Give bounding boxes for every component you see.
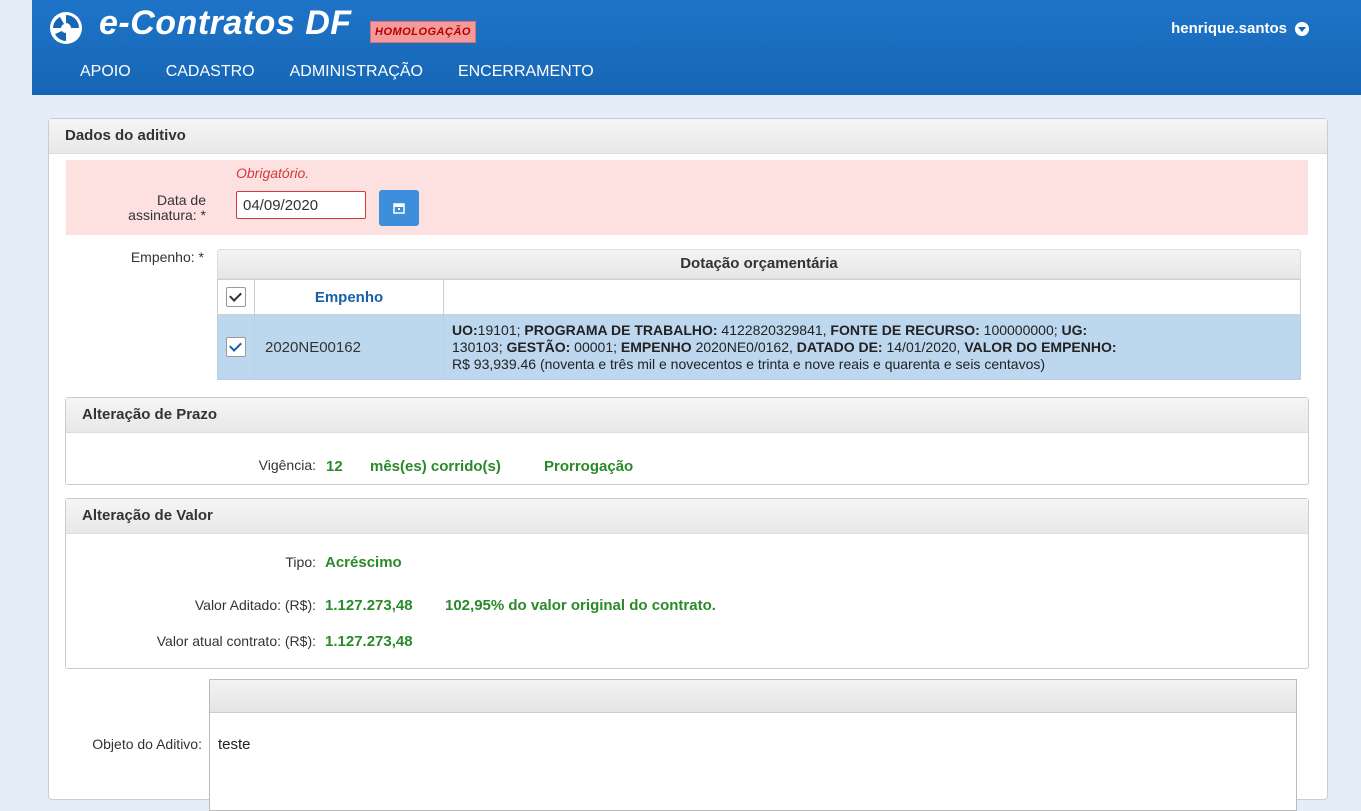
select-all-checkbox[interactable] <box>226 287 246 307</box>
prazo-title: Alteração de Prazo <box>66 398 1308 433</box>
app-title[interactable]: e-Contratos DF <box>99 4 352 43</box>
desc-text: 00001; <box>574 338 621 355</box>
date-label-line2: assinatura: * <box>128 207 206 223</box>
col-description <box>443 279 1301 315</box>
user-menu[interactable]: henrique.santos <box>1171 20 1309 37</box>
desc-text: 130103; <box>452 338 507 355</box>
desc-text: 14/01/2020, <box>886 338 965 355</box>
valor-title: Alteração de Valor <box>66 499 1308 534</box>
environment-badge: HOMOLOGAÇÃO <box>370 21 476 43</box>
nav-encerramento[interactable]: ENCERRAMENTO <box>458 63 594 81</box>
valor-aditado-label: Valor Aditado: (R$): <box>194 597 316 613</box>
aditivo-card: Dados do aditivo Obrigatório. Data de as… <box>48 118 1328 811</box>
vigencia-label: Vigência: <box>258 457 316 473</box>
desc-text: DATADO DE: <box>796 338 887 355</box>
main-nav: APOIO CADASTRO ADMINISTRAÇÃO ENCERRAMENT… <box>80 63 629 81</box>
logo-icon <box>50 12 82 44</box>
card-title: Dados do aditivo <box>49 119 1327 154</box>
desc-text: PROGRAMA DE TRABALHO: <box>524 321 722 338</box>
user-name[interactable]: henrique.santos <box>1171 20 1287 37</box>
dotacao-table-title: Dotação orçamentária <box>217 249 1301 279</box>
desc-text: 2020NE0/0162, <box>695 338 797 355</box>
date-field-row: Obrigatório. Data de assinatura: * 04/09… <box>66 160 1308 235</box>
select-all-header[interactable] <box>217 279 255 315</box>
tipo-label: Tipo: <box>285 554 316 570</box>
valor-atual-label: Valor atual contrato: (R$): <box>156 633 316 649</box>
prazo-section: Alteração de Prazo Vigência: 12 mês(es) … <box>65 397 1309 485</box>
dotacao-table: Dotação orçamentária Empenho 2020NE00162… <box>217 249 1301 380</box>
row-checkbox[interactable] <box>226 337 246 357</box>
empenho-label: Empenho: * <box>130 249 204 265</box>
vigencia-type: Prorrogação <box>544 458 634 475</box>
desc-text: 100000000; <box>983 321 1062 338</box>
chevron-down-icon[interactable] <box>1295 21 1309 36</box>
desc-text: 4122820329841, <box>721 321 831 338</box>
desc-text: UO: <box>452 321 478 338</box>
nav-administracao[interactable]: ADMINISTRAÇÃO <box>290 63 423 81</box>
calendar-icon <box>393 203 405 214</box>
desc-text: VALOR DO EMPENHO: <box>964 338 1117 355</box>
desc-text: EMPENHO <box>620 338 696 355</box>
desc-text: R$ 93,939.46 (noventa e três mil e novec… <box>452 355 1046 372</box>
date-error-message: Obrigatório. <box>236 165 310 181</box>
desc-text: GESTÃO: <box>506 338 575 355</box>
objeto-text[interactable]: teste <box>218 736 251 753</box>
vigencia-unit: mês(es) corrido(s) <box>370 458 501 475</box>
desc-text: FONTE DE RECURSO: <box>830 321 984 338</box>
date-label: Data de assinatura: * <box>66 193 206 223</box>
desc-text: UG: <box>1061 321 1088 338</box>
editor-toolbar <box>210 680 1296 713</box>
nav-apoio[interactable]: APOIO <box>80 63 131 81</box>
table-row[interactable]: 2020NE00162 UO:19101; PROGRAMA DE TRABAL… <box>217 314 1301 380</box>
signature-date-input[interactable]: 04/09/2020 <box>236 191 366 219</box>
vigencia-value: 12 <box>326 458 343 475</box>
empenho-description: UO:19101; PROGRAMA DE TRABALHO: 41228203… <box>443 314 1301 380</box>
valor-aditado-value: 1.127.273,48 <box>325 597 413 614</box>
desc-text: 19101; <box>477 321 525 338</box>
calendar-button[interactable] <box>379 190 419 226</box>
valor-atual-value: 1.127.273,48 <box>325 633 413 650</box>
date-label-line1: Data de <box>156 192 206 208</box>
nav-cadastro[interactable]: CADASTRO <box>166 63 255 81</box>
empenho-code: 2020NE00162 <box>254 314 444 380</box>
row-checkbox-cell[interactable] <box>217 314 255 380</box>
objeto-label: Objeto do Aditivo: <box>92 736 202 752</box>
tipo-value: Acréscimo <box>325 554 402 571</box>
objeto-editor[interactable]: teste <box>209 679 1297 811</box>
valor-aditado-percent: 102,95% do valor original do contrato. <box>445 597 716 614</box>
col-empenho[interactable]: Empenho <box>254 279 444 315</box>
valor-section: Alteração de Valor Tipo: Acréscimo Valor… <box>65 498 1309 669</box>
